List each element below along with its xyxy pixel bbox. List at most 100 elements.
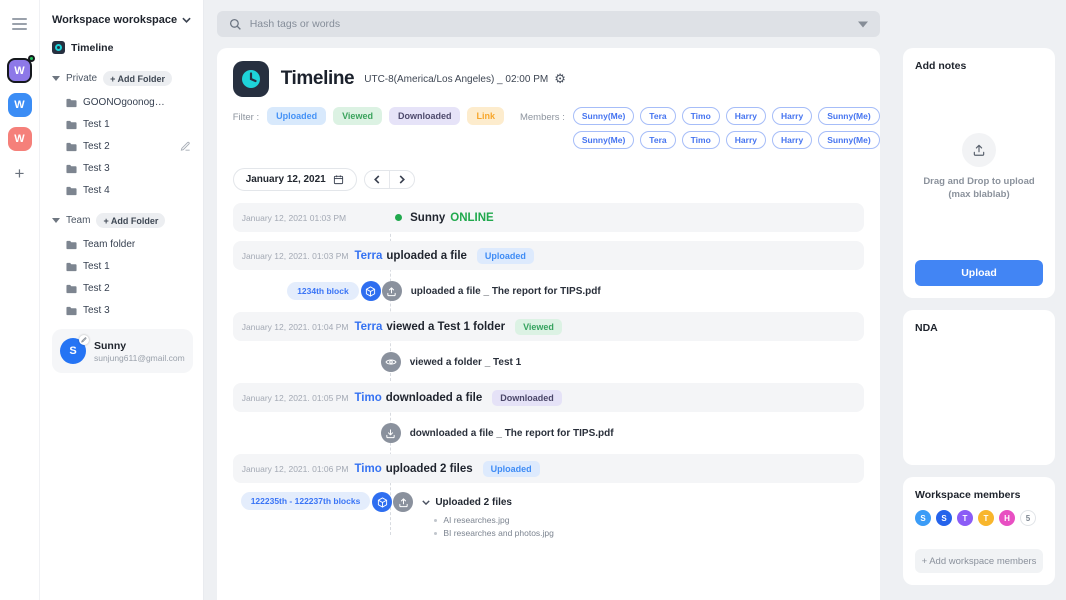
sidebar-folder-goono[interactable]: GOONOgoonogoonogo...	[52, 97, 193, 108]
dropzone[interactable]: Drag and Drop to upload (max blablab)	[915, 72, 1043, 260]
upload-button[interactable]: Upload	[915, 260, 1043, 286]
member-chip[interactable]: Harry	[772, 107, 813, 125]
status-badge: Viewed	[515, 318, 562, 335]
date-picker-button[interactable]: January 12, 2021	[232, 168, 357, 191]
entry-actor[interactable]: Timo	[354, 463, 381, 475]
add-folder-button-team[interactable]: + Add Folder	[96, 213, 166, 228]
detail-text[interactable]: viewed a folder _ Test 1	[410, 357, 522, 368]
search-icon	[229, 18, 241, 30]
detail-text[interactable]: downloaded a file _ The report for TIPS.…	[410, 428, 614, 439]
member-chip[interactable]: Tera	[640, 107, 676, 125]
sidebar-folder-teamfolder[interactable]: Team folder	[52, 239, 193, 250]
sidebar-item-timeline[interactable]: Timeline	[52, 41, 193, 54]
entry-action: downloaded a file	[385, 391, 483, 404]
add-workspace-button[interactable]: +	[15, 165, 25, 182]
entry-actor[interactable]: Terra	[354, 321, 382, 333]
file-list-item[interactable]: AI researches.jpg	[422, 515, 554, 525]
member-chip[interactable]: Timo	[681, 131, 720, 149]
dropzone-subtext: (max blablab)	[948, 188, 1010, 200]
upload-icon	[393, 492, 414, 512]
next-day-button[interactable]	[390, 171, 414, 188]
add-folder-button-private[interactable]: + Add Folder	[103, 71, 173, 86]
folder-icon	[66, 262, 77, 271]
member-chip[interactable]: Sunny(Me)	[818, 131, 880, 149]
member-chip[interactable]: Tera	[640, 131, 676, 149]
member-chip[interactable]: Sunny(Me)	[818, 107, 880, 125]
workspace-avatar-3[interactable]: W	[7, 127, 32, 151]
member-avatar[interactable]: T	[957, 510, 973, 526]
caret-down-icon[interactable]	[52, 76, 60, 81]
member-avatar[interactable]: S	[915, 510, 931, 526]
add-workspace-members-button[interactable]: + Add workspace members	[915, 549, 1043, 573]
expanded-group-toggle[interactable]: Uploaded 2 files	[422, 492, 554, 512]
workspace-avatar-label: W	[14, 99, 25, 111]
folder-icon	[66, 98, 77, 107]
block-pill-wrap: 1234th block	[233, 282, 359, 300]
member-chip[interactable]: Harry	[725, 107, 766, 125]
timeline-entry-status[interactable]: January 12, 2021 01:03 PM Sunny ONLINE	[232, 203, 864, 232]
timeline-icon	[52, 41, 65, 54]
section-label-team[interactable]: Team	[66, 215, 90, 226]
expanded-group-title: Uploaded 2 files	[435, 496, 512, 508]
sidebar-folder-test1[interactable]: Test 1	[52, 119, 193, 130]
section-label-private[interactable]: Private	[66, 73, 97, 84]
member-chip[interactable]: Timo	[681, 107, 720, 125]
sidebar-folder-team-test1[interactable]: Test 1	[52, 261, 193, 272]
workspace-switcher[interactable]: Workspace worokspace	[52, 14, 193, 26]
sidebar-folder-test2[interactable]: Test 2	[52, 141, 193, 152]
main-column: Timeline UTC-8(America/Los Angeles) _ 02…	[204, 0, 893, 600]
member-overflow-count[interactable]: 5	[1020, 510, 1036, 526]
block-reference-pill[interactable]: 122235th - 122237th blocks	[240, 492, 371, 510]
file-list-item[interactable]: BI researches and photos.jpg	[422, 528, 554, 538]
caret-down-icon[interactable]	[52, 218, 60, 223]
folder-icon	[66, 306, 77, 315]
folder-label: Test 2	[83, 283, 110, 294]
filter-chip-uploaded[interactable]: Uploaded	[267, 107, 327, 125]
timeline-panel: Timeline UTC-8(America/Los Angeles) _ 02…	[216, 48, 880, 600]
hamburger-menu-icon[interactable]	[9, 15, 30, 33]
sidebar-folder-team-test3[interactable]: Test 3	[52, 305, 193, 316]
block-reference-pill[interactable]: 1234th block	[287, 282, 359, 300]
timeline-entry-upload-2[interactable]: January 12, 2021. 01:06 PM Timo uploaded…	[232, 454, 864, 483]
filter-chip-downloaded[interactable]: Downloaded	[388, 107, 461, 125]
chevron-left-icon	[373, 175, 380, 184]
sidebar-folder-test4[interactable]: Test 4	[52, 185, 193, 196]
timeline-detail-block: 1234th block uploaded a file _ The repor…	[233, 279, 864, 303]
search-bar[interactable]	[216, 11, 880, 37]
sidebar-folder-team-test2[interactable]: Test 2	[52, 283, 193, 294]
search-input[interactable]	[249, 18, 850, 30]
folder-icon	[66, 186, 77, 195]
sidebar-folder-test3[interactable]: Test 3	[52, 163, 193, 174]
member-avatar[interactable]: T	[978, 510, 994, 526]
timeline-entry-upload[interactable]: January 12, 2021. 01:03 PM Terra uploade…	[232, 241, 864, 270]
search-dropdown-icon[interactable]	[858, 21, 868, 28]
workspace-avatar-selected[interactable]: W	[7, 55, 35, 83]
member-avatar[interactable]: H	[999, 510, 1015, 526]
detail-text[interactable]: uploaded a file _ The report for TIPS.pd…	[411, 286, 601, 297]
filter-chip-viewed[interactable]: Viewed	[333, 107, 382, 125]
workspace-avatar-2[interactable]: W	[7, 93, 32, 117]
workspace-rail: W W W +	[0, 0, 40, 600]
filter-chip-link[interactable]: Link	[467, 107, 504, 125]
workspace-title: Workspace worokspace	[52, 14, 178, 26]
previous-day-button[interactable]	[365, 171, 389, 188]
timeline-entry-view[interactable]: January 12, 2021. 01:04 PM Terra viewed …	[232, 312, 864, 341]
member-chip[interactable]: Sunny(Me)	[572, 107, 635, 125]
entry-actor[interactable]: Timo	[354, 392, 381, 404]
block-cube-icon[interactable]	[360, 281, 381, 301]
gear-icon[interactable]: ⚙	[554, 73, 566, 86]
timeline-entry-download[interactable]: January 12, 2021. 01:05 PM Timo download…	[232, 383, 864, 412]
entry-actor[interactable]: Terra	[354, 250, 382, 262]
member-chip[interactable]: Harry	[725, 131, 766, 149]
app-root: W W W + Workspace worokspace Timeline Pr…	[0, 0, 1066, 600]
section-header-team: Team + Add Folder	[52, 213, 193, 228]
edit-profile-icon[interactable]	[79, 335, 89, 345]
member-chip[interactable]: Sunny(Me)	[572, 131, 635, 149]
user-card[interactable]: S Sunny sunjung611@gmail.com	[52, 329, 193, 373]
workspace-avatar-label: W	[14, 133, 25, 145]
entry-timestamp: January 12, 2021. 01:04 PM	[241, 321, 349, 332]
member-chip[interactable]: Harry	[772, 131, 813, 149]
edit-icon[interactable]	[180, 141, 191, 152]
block-cube-icon[interactable]	[372, 492, 393, 512]
member-avatar[interactable]: S	[936, 510, 952, 526]
